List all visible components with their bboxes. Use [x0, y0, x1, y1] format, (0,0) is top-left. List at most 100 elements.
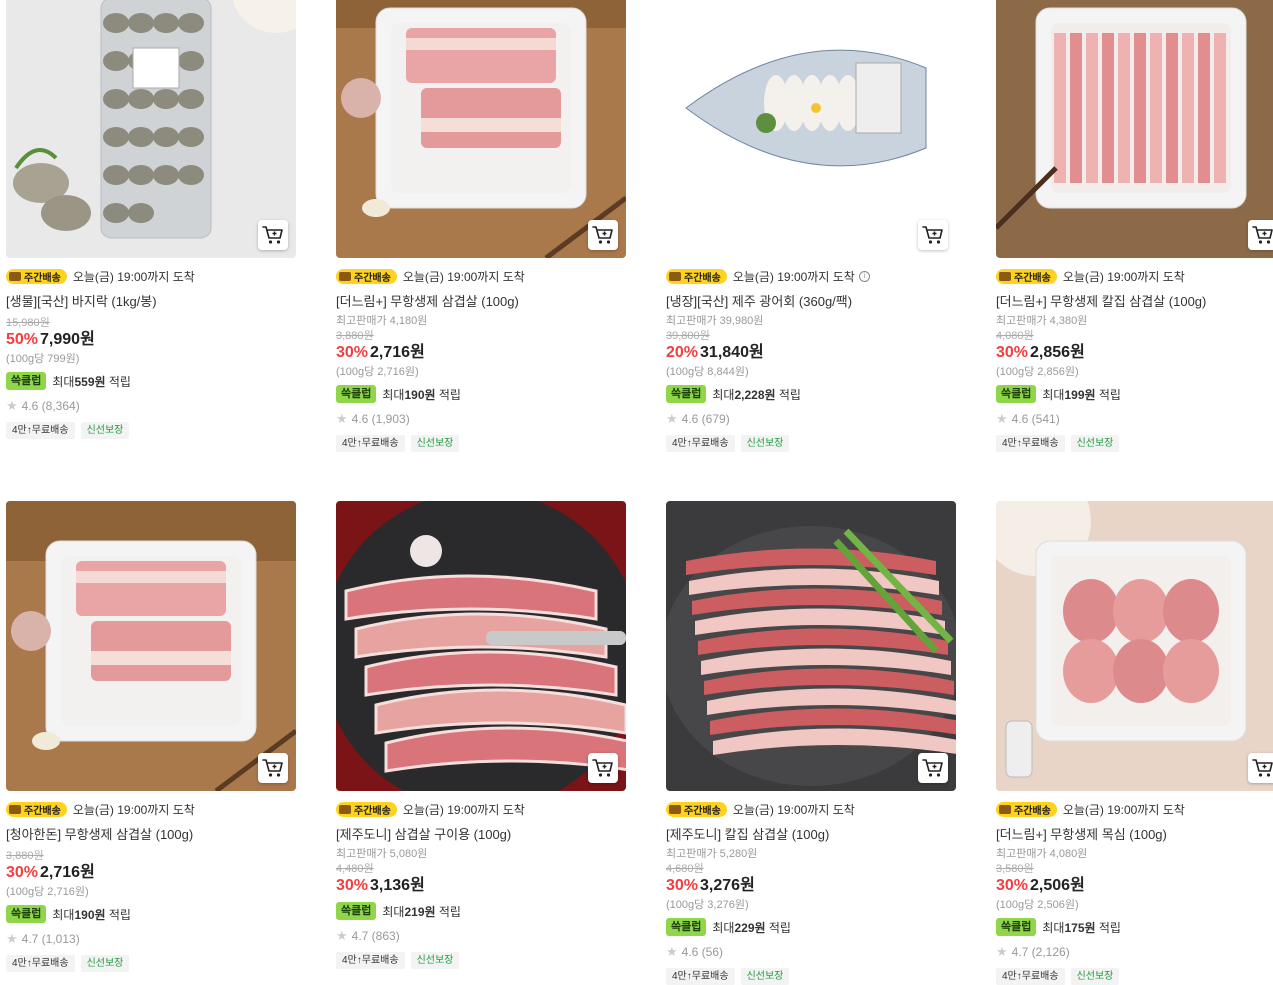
product-image[interactable] [996, 0, 1273, 258]
discount-rate: 30% [996, 344, 1029, 361]
free-shipping-tag: 4만↑무료배송 [336, 952, 405, 969]
product-card[interactable]: 주간배송 오늘(금) 19:00까지 도착 [생물][국산] 바지락 (1kg/… [6, 0, 296, 439]
product-photo [6, 501, 296, 791]
cart-icon [262, 225, 284, 245]
original-price: 4,480원 [336, 863, 374, 875]
product-card[interactable]: 주간배송 오늘(금) 19:00까지 도착 [더느림+] 무항생제 목심 (10… [996, 501, 1273, 985]
product-photo [336, 501, 626, 791]
product-image[interactable] [336, 501, 626, 791]
reward-info: 쓱클럽 최대 190원 적립 [336, 385, 626, 403]
delivery-info: 주간배송 오늘(금) 19:00까지 도착 [666, 801, 956, 817]
delivery-text: 오늘(금) 19:00까지 도착 [72, 802, 195, 817]
delivery-info: 주간배송 오늘(금) 19:00까지 도착 [996, 801, 1273, 817]
original-price: 4,680원 [666, 863, 704, 875]
product-image[interactable] [336, 0, 626, 258]
rating: ★ 4.7 (1,013) [6, 931, 296, 946]
rating-text: 4.7 (863) [351, 929, 400, 943]
product-image[interactable] [6, 0, 296, 258]
reward-info: 쓱클럽 최대 229원 적립 [666, 918, 956, 936]
reward-amount: 175원 [1064, 920, 1096, 935]
add-to-cart-button[interactable] [258, 753, 288, 783]
reward-amount: 190원 [74, 907, 106, 922]
fresh-guarantee-tag: 신선보장 [740, 968, 790, 985]
add-to-cart-button[interactable] [1248, 753, 1273, 783]
cart-icon [592, 758, 614, 778]
reward-badge: 쓱클럽 [996, 918, 1037, 936]
reward-suffix: 적립 [438, 387, 461, 402]
free-shipping-tag: 4만↑무료배송 [996, 968, 1065, 985]
free-shipping-tag: 4만↑무료배송 [666, 435, 735, 452]
delivery-badge-label: 주간배송 [1014, 805, 1051, 817]
rating: ★ 4.6 (679) [666, 411, 956, 426]
reward-info: 쓱클럽 최대 219원 적립 [336, 902, 626, 920]
tag-list: 4만↑무료배송 신선보장 [996, 435, 1273, 452]
reward-suffix: 적립 [108, 907, 131, 922]
product-name[interactable]: [제주도니] 칼집 삼겹살 (100g) [666, 827, 956, 843]
discount-rate: 50% [6, 331, 39, 348]
reward-amount: 559원 [74, 374, 106, 389]
cart-icon [592, 225, 614, 245]
fresh-guarantee-tag: 신선보장 [410, 952, 460, 969]
free-shipping-tag: 4만↑무료배송 [6, 955, 75, 972]
price-row: 50% 7,990원 [6, 330, 296, 350]
product-name[interactable]: [청아한돈] 무항생제 삼겹살 (100g) [6, 827, 296, 843]
star-icon: ★ [996, 411, 1008, 426]
add-to-cart-button[interactable] [588, 220, 618, 250]
product-name[interactable]: [생물][국산] 바지락 (1kg/봉) [6, 294, 296, 310]
product-card[interactable]: 주간배송 오늘(금) 19:00까지 도착 [제주도니] 칼집 삼겹살 (100… [666, 501, 956, 985]
original-price: 4,080원 [996, 330, 1034, 342]
delivery-info: 주간배송 오늘(금) 19:00까지 도착 [6, 801, 296, 817]
product-card[interactable]: 주간배송 오늘(금) 19:00까지 도착 [제주도니] 삼겹살 구이용 (10… [336, 501, 626, 969]
reward-badge: 쓱클럽 [336, 902, 377, 920]
price-row: 30% 2,856원 [996, 343, 1273, 363]
discount-rate: 30% [336, 877, 369, 894]
product-name[interactable]: [냉장][국산] 제주 광어회 (360g/팩) [666, 294, 956, 310]
add-to-cart-button[interactable] [258, 220, 288, 250]
unit-price: (100g당 2,856원) [996, 366, 1079, 378]
info-icon[interactable]: i [858, 270, 870, 282]
product-image[interactable] [996, 501, 1273, 791]
add-to-cart-button[interactable] [918, 753, 948, 783]
sale-price: 3,276원 [700, 877, 755, 894]
product-card[interactable]: 주간배송 오늘(금) 19:00까지 도착 [청아한돈] 무항생제 삼겹살 (1… [6, 501, 296, 972]
product-image[interactable] [666, 501, 956, 791]
product-photo [666, 0, 956, 258]
product-card[interactable]: 주간배송 오늘(금) 19:00까지 도착 [더느림+] 무항생제 칼집 삼겹살… [996, 0, 1273, 452]
delivery-text: 오늘(금) 19:00까지 도착 [732, 269, 855, 284]
product-card[interactable]: 주간배송 오늘(금) 19:00까지 도착 i [냉장][국산] 제주 광어회 … [666, 0, 956, 452]
rating: ★ 4.6 (8,364) [6, 398, 296, 413]
product-card[interactable]: 주간배송 오늘(금) 19:00까지 도착 [더느림+] 무항생제 삼겹살 (1… [336, 0, 626, 452]
original-price: 15,980원 [6, 317, 50, 329]
reward-suffix: 적립 [108, 374, 131, 389]
product-name[interactable]: [더느림+] 무항생제 칼집 삼겹살 (100g) [996, 294, 1273, 310]
delivery-info: 주간배송 오늘(금) 19:00까지 도착 [336, 268, 626, 284]
max-price: 최고판매가 4,180원 [336, 315, 428, 327]
product-name[interactable]: [제주도니] 삼겹살 구이용 (100g) [336, 827, 626, 843]
add-to-cart-button[interactable] [588, 753, 618, 783]
reward-amount: 229원 [734, 920, 766, 935]
delivery-badge-label: 주간배송 [24, 272, 61, 284]
reward-info: 쓱클럽 최대 190원 적립 [6, 905, 296, 923]
truck-icon [339, 804, 351, 814]
add-to-cart-button[interactable] [1248, 220, 1273, 250]
product-name[interactable]: [더느림+] 무항생제 삼겹살 (100g) [336, 294, 626, 310]
max-price: 최고판매가 4,080원 [996, 848, 1088, 860]
add-to-cart-button[interactable] [918, 220, 948, 250]
star-icon: ★ [996, 944, 1008, 959]
sale-price: 2,856원 [1030, 344, 1085, 361]
max-price: 최고판매가 4,380원 [996, 315, 1088, 327]
fresh-guarantee-tag: 신선보장 [740, 435, 790, 452]
reward-info: 쓱클럽 최대 2,228원 적립 [666, 385, 956, 403]
rating: ★ 4.7 (2,126) [996, 944, 1273, 959]
cart-icon [262, 758, 284, 778]
max-price: 최고판매가 39,980원 [666, 315, 764, 327]
max-price: 최고판매가 5,280원 [666, 848, 758, 860]
product-name[interactable]: [더느림+] 무항생제 목심 (100g) [996, 827, 1273, 843]
reward-prefix: 최대 [52, 374, 75, 389]
reward-prefix: 최대 [712, 387, 735, 402]
reward-suffix: 적립 [1098, 387, 1121, 402]
tag-list: 4만↑무료배송 신선보장 [996, 968, 1273, 985]
product-image[interactable] [666, 0, 956, 258]
rating-text: 4.6 (1,903) [351, 412, 410, 426]
product-image[interactable] [6, 501, 296, 791]
